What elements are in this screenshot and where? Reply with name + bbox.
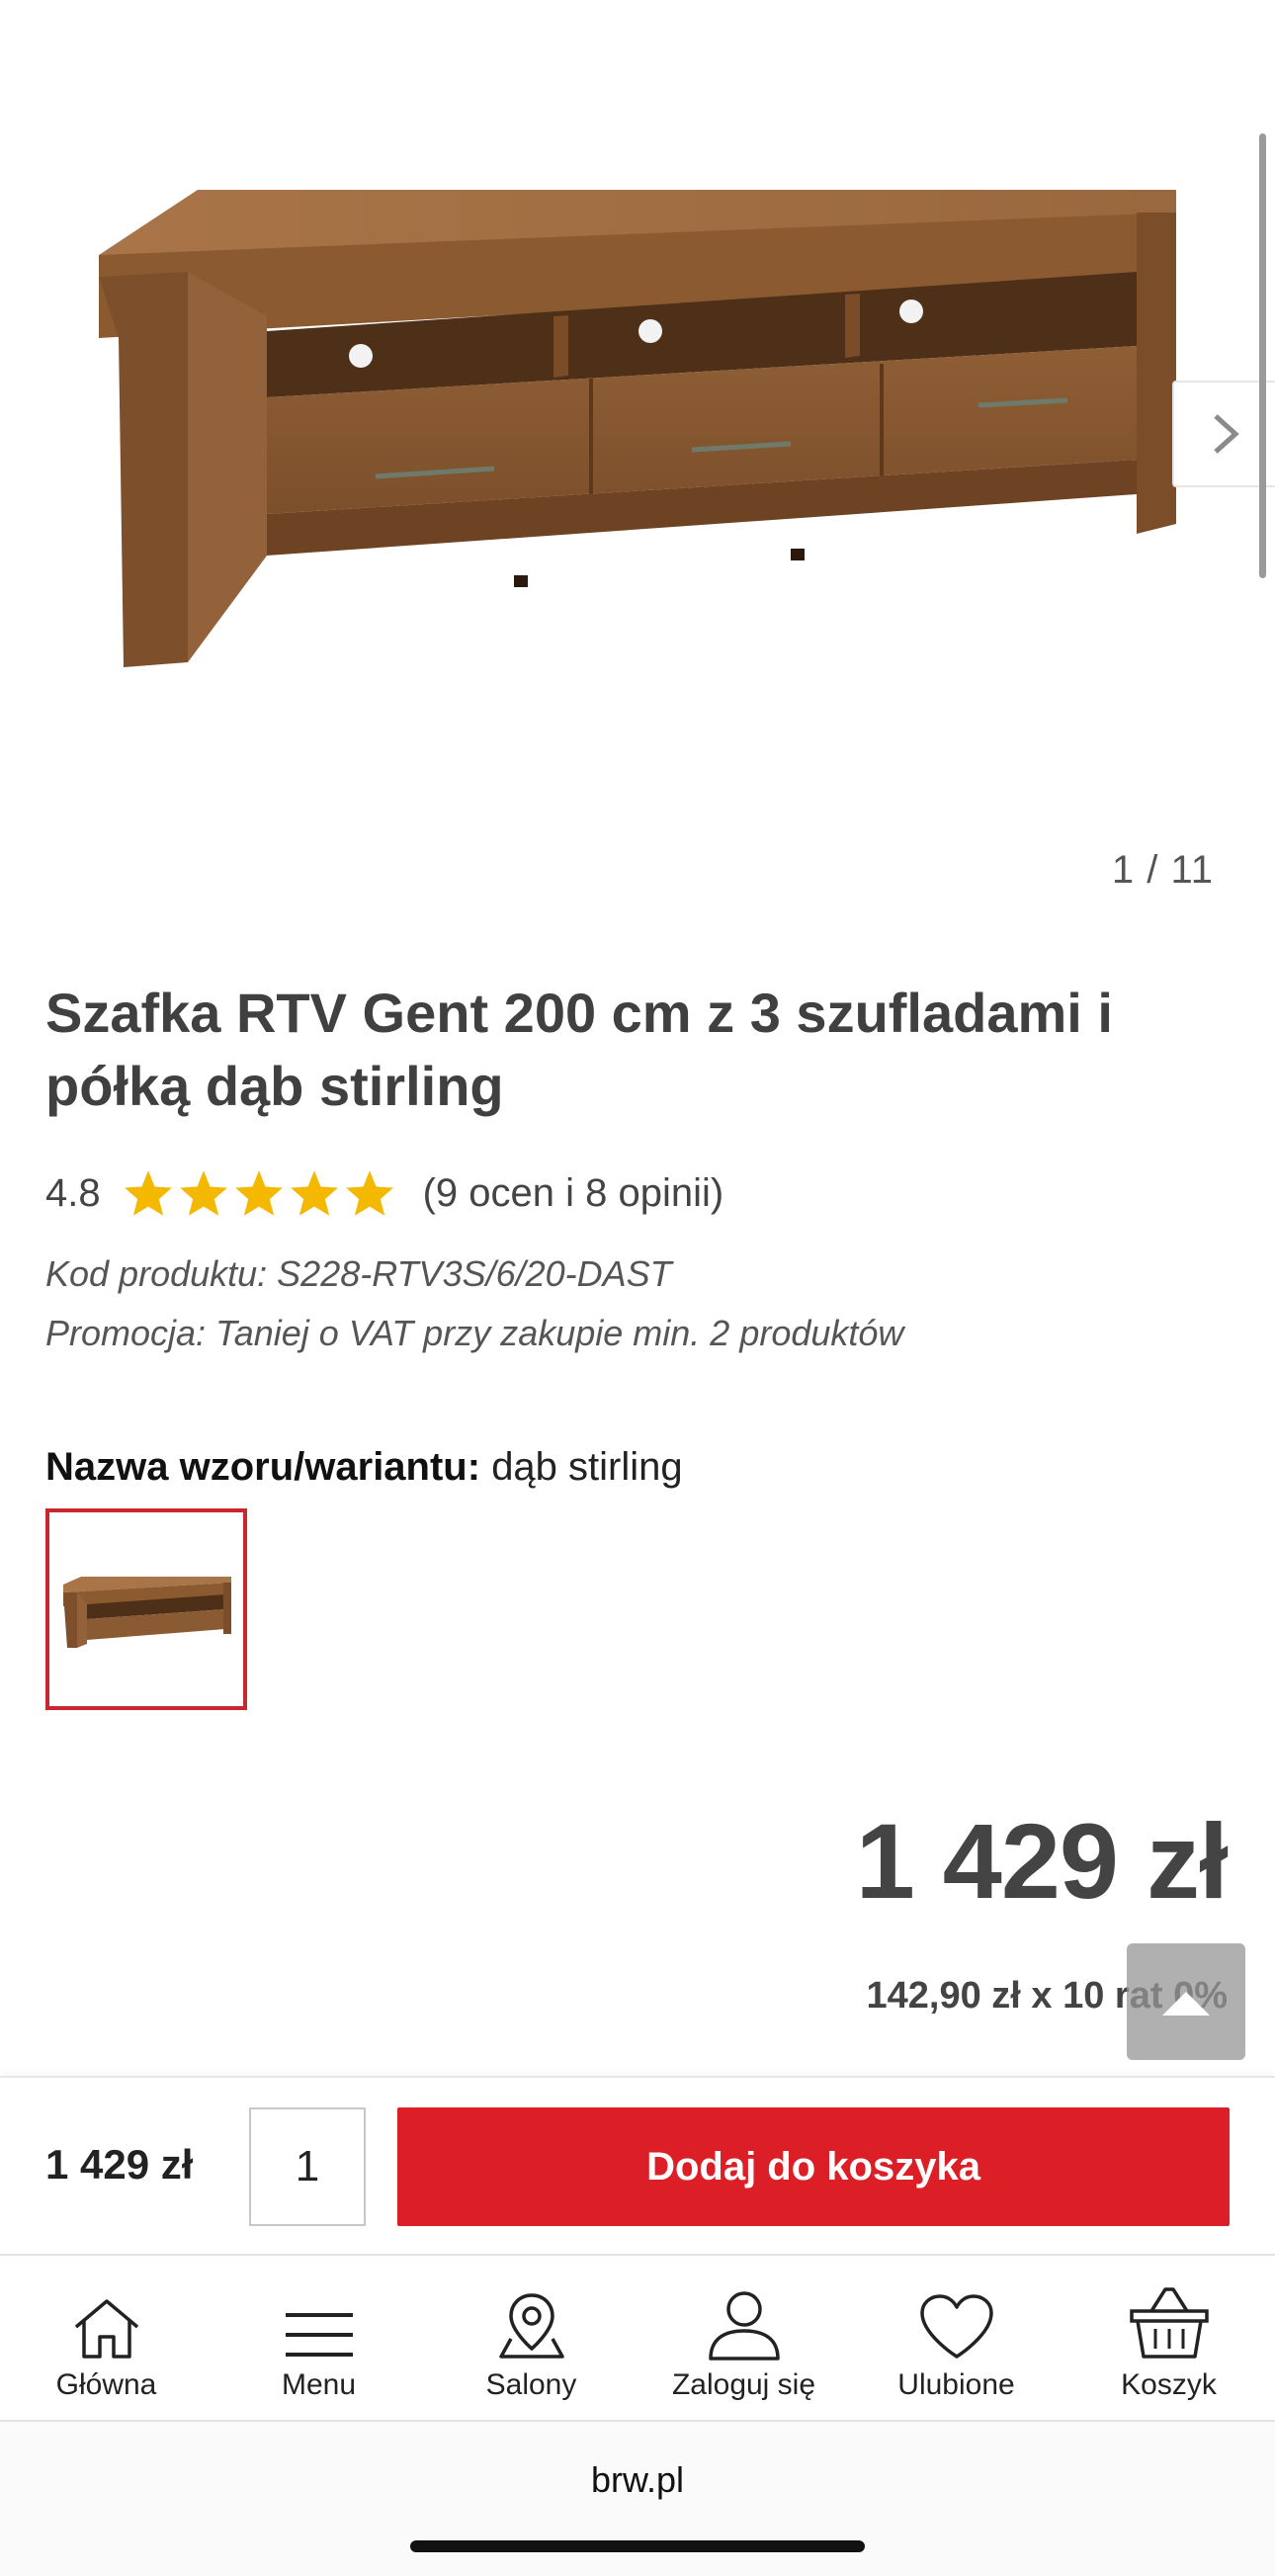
menu-icon (285, 2313, 353, 2357)
rating-value: 4.8 (45, 1170, 101, 1215)
quantity-input[interactable]: 1 (249, 2107, 366, 2226)
scroll-to-top-button[interactable] (1127, 1943, 1245, 2060)
nav-label: Salony (485, 2368, 577, 2401)
reviews-link[interactable]: (9 ocen i 8 opinii) (423, 1171, 724, 1216)
rating-stars (123, 1168, 395, 1218)
star-icon (124, 1170, 172, 1216)
home-indicator[interactable] (410, 2540, 865, 2552)
star-icon (179, 1170, 227, 1216)
nav-label: Menu (281, 2368, 357, 2401)
add-to-cart-button[interactable]: Dodaj do koszyka (397, 2107, 1230, 2226)
map-pin-icon (498, 2293, 564, 2359)
nav-item-login[interactable]: Zaloguj się (638, 2256, 850, 2420)
rating-row[interactable]: 4.8 (9 ocen i 8 opinii) (45, 1166, 723, 1220)
nav-item-home[interactable]: Główna (0, 2256, 212, 2420)
nav-item-cart[interactable]: Koszyk (1062, 2256, 1275, 2420)
page-scrollbar[interactable] (1259, 133, 1266, 578)
product-code: Kod produktu: S228-RTV3S/6/20-DAST (45, 1253, 672, 1294)
star-icon (290, 1170, 338, 1216)
chevron-right-icon (1214, 414, 1239, 454)
home-icon (74, 2299, 138, 2359)
chevron-up-icon (1162, 1992, 1210, 2016)
star-icon (345, 1170, 393, 1216)
browser-url[interactable]: brw.pl (0, 2459, 1275, 2501)
variant-value: dąb stirling (491, 1445, 683, 1489)
nav-item-favorites[interactable]: Ulubione (850, 2256, 1062, 2420)
basket-icon (1129, 2287, 1209, 2359)
heart-icon (919, 2294, 993, 2359)
bottom-nav: Główna Menu Salony Zaloguj się Ulubione … (0, 2254, 1275, 2422)
nav-item-stores[interactable]: Salony (425, 2256, 638, 2420)
product-title: Szafka RTV Gent 200 cm z 3 szufladami i … (45, 982, 1113, 1117)
nav-item-menu[interactable]: Menu (212, 2256, 425, 2420)
buy-bar-price: 1 429 zł (45, 2141, 194, 2188)
nav-label: Ulubione (897, 2368, 1015, 2401)
star-icon (234, 1170, 283, 1216)
variant-label: Nazwa wzoru/wariantu: dąb stirling (45, 1445, 683, 1490)
variant-label-title: Nazwa wzoru/wariantu: (45, 1445, 481, 1489)
gallery-counter: 1 / 11 (1111, 848, 1214, 892)
variant-thumbnail (63, 1577, 231, 1648)
nav-label: Główna (55, 2368, 157, 2401)
product-gallery[interactable]: 1 / 11 (0, 0, 1275, 919)
product-price: 1 429 zł (855, 1801, 1229, 1921)
variant-swatch-selected[interactable] (45, 1508, 247, 1710)
nav-label: Zaloguj się (671, 2368, 816, 2401)
product-image[interactable] (79, 168, 1196, 682)
promo-text: Promocja: Taniej o VAT przy zakupie min.… (45, 1313, 904, 1353)
nav-label: Koszyk (1121, 2368, 1217, 2401)
user-icon (708, 2291, 780, 2361)
